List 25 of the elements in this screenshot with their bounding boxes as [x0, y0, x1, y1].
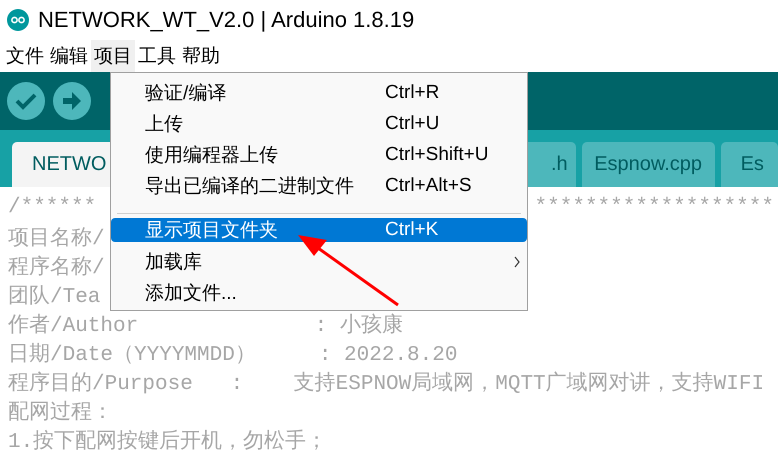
menu-item[interactable]: 文件: [3, 40, 47, 72]
menu-item[interactable]: 编辑: [47, 40, 91, 72]
menu-entry[interactable]: 上传 Ctrl+U: [111, 108, 527, 139]
verify-button[interactable]: [6, 81, 46, 121]
code-line: 配网过程：: [8, 400, 113, 424]
code-line: *******************: [534, 196, 775, 219]
window-title: NETWORK_WT_V2.0 | Arduino 1.8.19: [38, 7, 414, 33]
code-line: /******: [8, 196, 96, 219]
code-line: 程序目的/Purpose : 支持ESPNOW局域网，MQTT广域网对讲，支持WIFI: [8, 370, 764, 396]
menu-entry[interactable]: 验证/编译 Ctrl+R: [111, 77, 527, 108]
menu-item[interactable]: 项目: [91, 40, 135, 72]
code-line: 程序名称/: [8, 254, 105, 280]
code-line: 1.按下配网按键后开机，勿松手；: [8, 428, 328, 452]
code-line: 作者/Author : 小孩康: [8, 312, 403, 338]
code-line: 项目名称/: [8, 226, 105, 250]
menu-item[interactable]: 帮助: [179, 40, 223, 72]
menu-entry[interactable]: 显示项目文件夹 Ctrl+K: [111, 218, 527, 242]
code-line: 团队/Tea: [8, 284, 100, 308]
menu-entry[interactable]: 加载库: [111, 246, 527, 277]
arduino-logo-icon: [6, 8, 30, 32]
upload-button[interactable]: [52, 81, 92, 121]
menu-entry[interactable]: 添加文件...: [111, 277, 527, 308]
submenu-chevron-icon: [513, 256, 521, 268]
menu-item[interactable]: 工具: [135, 40, 179, 72]
code-line: 日期/Date（YYYYMMDD） : 2022.8.20: [8, 342, 458, 366]
